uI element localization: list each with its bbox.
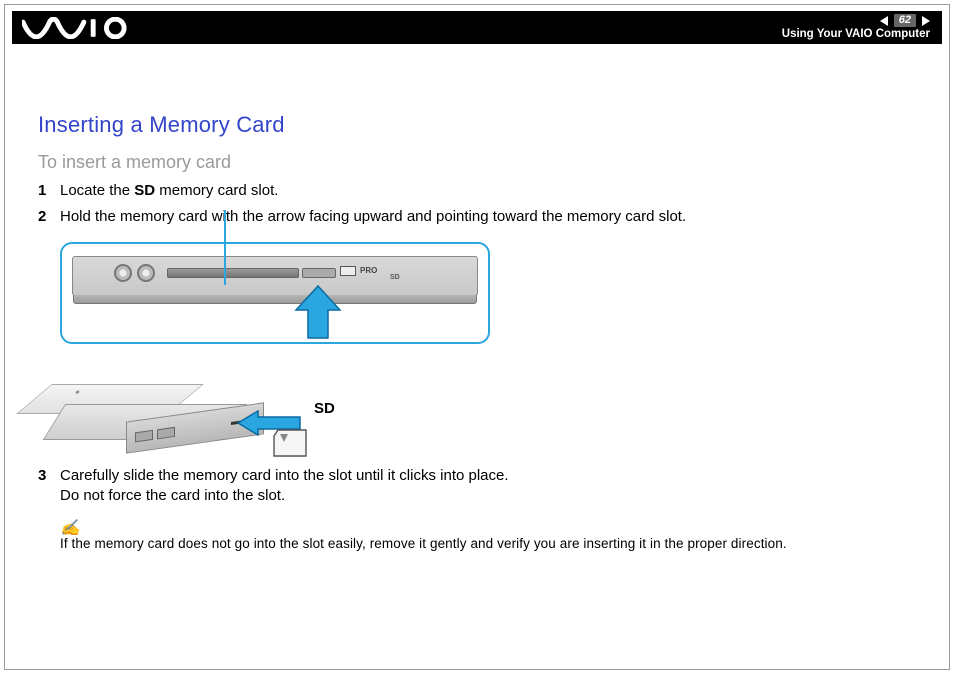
step-text: Locate the SD memory card slot. <box>60 181 278 201</box>
illustration-block: PRO SD ✦ <box>60 242 490 456</box>
pro-label: PRO <box>340 266 377 276</box>
step-2: 2 Hold the memory card with the arrow fa… <box>38 207 924 227</box>
step-number: 3 <box>38 466 60 507</box>
prev-page-icon[interactable] <box>880 16 888 26</box>
next-page-icon[interactable] <box>922 16 930 26</box>
page-navigation: 62 <box>880 14 930 27</box>
step-text: Hold the memory card with the arrow faci… <box>60 207 686 227</box>
pencil-note-icon: ✍ <box>60 518 924 538</box>
steps-list-continued: 3 Carefully slide the memory card into t… <box>38 466 924 507</box>
laptop-icon: ✦ <box>54 358 254 454</box>
step-text: Carefully slide the memory card into the… <box>60 466 509 507</box>
step-1: 1 Locate the SD memory card slot. <box>38 181 924 201</box>
doc-section-title: Using Your VAIO Computer <box>782 29 930 41</box>
note-block: ✍ If the memory card does not go into th… <box>60 518 924 551</box>
page-heading: Inserting a Memory Card <box>38 112 924 138</box>
callout-leader-line <box>224 210 226 285</box>
sd-callout-label: SD <box>314 400 335 417</box>
step-3: 3 Carefully slide the memory card into t… <box>38 466 924 507</box>
closeup-frame: PRO SD <box>60 242 490 344</box>
vaio-logo <box>22 11 130 44</box>
overview-illustration: ✦ SD <box>60 346 490 456</box>
audio-jack-icon <box>114 264 132 282</box>
steps-list: 1 Locate the SD memory card slot. 2 Hold… <box>38 181 924 228</box>
sd-mark: SD <box>390 274 400 281</box>
sd-card-icon <box>272 428 308 458</box>
step-number: 1 <box>38 181 60 201</box>
sd-slot <box>302 268 336 278</box>
memorystick-slot <box>167 268 299 278</box>
note-text: If the memory card does not go into the … <box>60 536 787 551</box>
insert-arrow-up-icon <box>294 284 342 340</box>
step-number: 2 <box>38 207 60 227</box>
header-right: 62 Using Your VAIO Computer <box>782 14 930 41</box>
header-bar: 62 Using Your VAIO Computer <box>12 11 942 44</box>
page-subheading: To insert a memory card <box>38 152 924 173</box>
page-number: 62 <box>894 14 916 27</box>
audio-jack-icon <box>137 264 155 282</box>
page-content: Inserting a Memory Card To insert a memo… <box>38 112 924 551</box>
